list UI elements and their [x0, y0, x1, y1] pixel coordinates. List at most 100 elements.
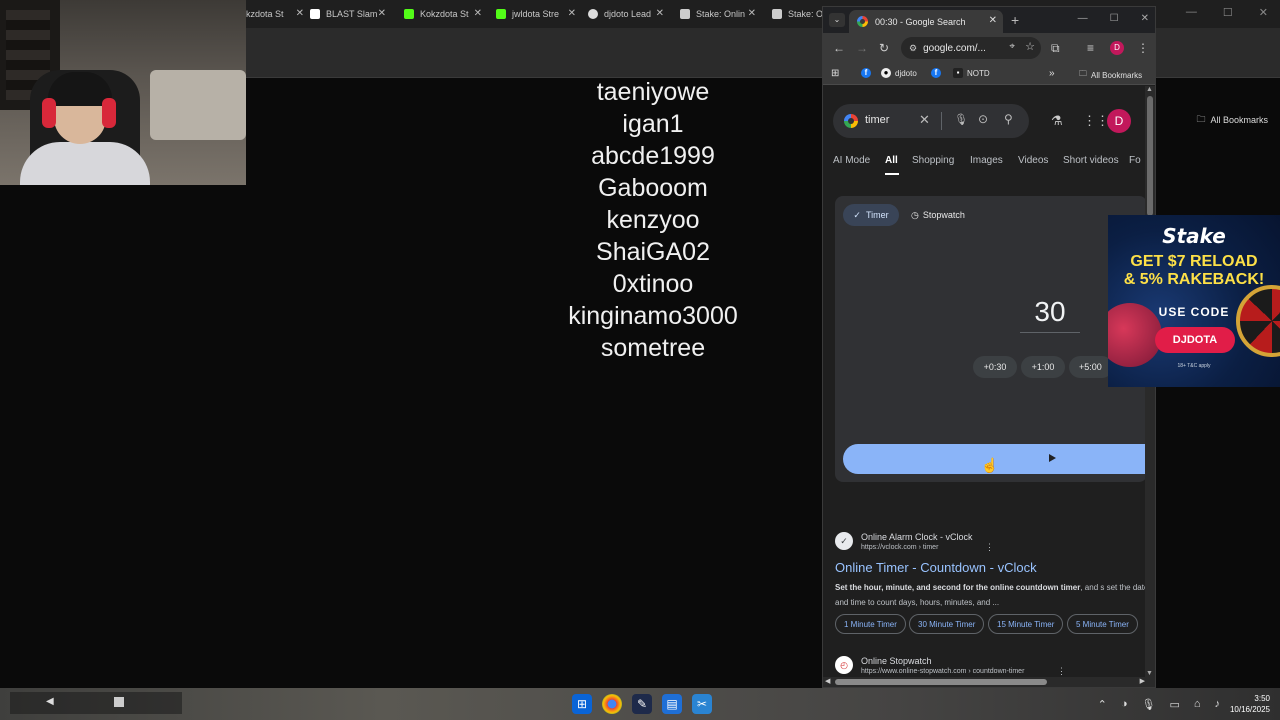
result-url[interactable]: https://www.online-stopwatch.com › count… [861, 668, 1024, 675]
background-tab-label: djdoto Lead [604, 9, 652, 19]
add-30s-button[interactable]: +0:30 [973, 356, 1017, 378]
labs-flask-icon[interactable]: ⚗ [1051, 113, 1063, 129]
volume-icon[interactable]: ♪ [1215, 698, 1221, 711]
tab-images[interactable]: Images [970, 155, 1003, 166]
background-tab[interactable]: Kokzdota St ✕ [404, 4, 482, 24]
bookmark-djdoto[interactable]: ● djdoto [881, 68, 917, 78]
reload-icon[interactable]: ↻ [879, 41, 889, 55]
background-tab[interactable]: kzdota St ✕ [246, 4, 304, 24]
speaker-icon[interactable]: ◑ [1121, 698, 1128, 711]
close-icon[interactable]: ✕ [568, 8, 576, 19]
timer-tab[interactable]: ✓ Timer [843, 204, 899, 226]
apps-grid-icon[interactable]: ⋮⋮ [1083, 113, 1109, 129]
search-input[interactable]: timer ✕ 🎙 ⊙ ⚲ [833, 104, 1029, 138]
network-icon[interactable]: ⌂ [1194, 698, 1201, 711]
all-bookmarks-button[interactable]: 🗀 All Bookmarks [1079, 68, 1142, 82]
stopwatch-tab[interactable]: ◷ Stopwatch [911, 204, 965, 226]
result-title-link[interactable]: Online Timer - Countdown - vClock [835, 560, 1037, 575]
close-icon[interactable]: ✕ [1141, 13, 1149, 24]
result-snippet: Set the hour, minute, and second for the… [835, 580, 1149, 610]
menu-icon[interactable]: ⋮ [1137, 41, 1149, 55]
tab-shopping[interactable]: Shopping [912, 155, 954, 166]
tab-videos[interactable]: Videos [1018, 155, 1048, 166]
close-icon[interactable]: ✕ [474, 8, 482, 19]
tab-all[interactable]: All [885, 155, 898, 166]
clock[interactable]: 3:50 10/16/2025 [1230, 693, 1270, 715]
profile-avatar[interactable]: D [1110, 41, 1124, 55]
back-icon[interactable]: ← [833, 41, 845, 55]
name-item: kinginamo3000 [568, 302, 738, 330]
tab-short-videos[interactable]: Short videos [1063, 155, 1119, 166]
add-5m-button[interactable]: +5:00 [1069, 356, 1113, 378]
pen-app-icon[interactable]: ✎ [632, 694, 652, 714]
snipping-tool-icon[interactable]: ✂ [692, 694, 712, 714]
close-icon[interactable]: ✕ [656, 8, 664, 19]
chip-5-minute-timer[interactable]: 5 Minute Timer [1067, 614, 1138, 634]
scroll-left-icon[interactable]: ◀ [825, 677, 830, 685]
scroll-right-icon[interactable]: ▶ [1140, 677, 1145, 685]
windows-start-icon[interactable]: ⊞ [572, 694, 592, 714]
extensions-icon[interactable]: ⧉ [1051, 41, 1060, 56]
microphone-icon[interactable]: 🎙 [1141, 698, 1155, 711]
scroll-up-icon[interactable]: ▲ [1146, 86, 1153, 93]
close-icon[interactable]: ✕ [296, 8, 304, 19]
online-stopwatch-icon: ◴ [835, 656, 853, 674]
forward-icon[interactable]: → [856, 41, 868, 55]
scrollbar-thumb[interactable] [835, 679, 1047, 685]
scroll-down-icon[interactable]: ▼ [1146, 670, 1153, 677]
more-options-icon[interactable]: ⋮ [985, 542, 994, 553]
scrollbar-thumb[interactable] [1147, 96, 1153, 216]
kick-icon [496, 9, 506, 19]
maximize-icon[interactable]: ☐ [1110, 13, 1119, 24]
background-tab[interactable]: Stake: Onl [772, 4, 822, 24]
horizontal-scrollbar[interactable]: ◀ ▶ [823, 677, 1147, 687]
background-tab[interactable]: BLAST Slam ✕ [310, 4, 386, 24]
chip-1-minute-timer[interactable]: 1 Minute Timer [835, 614, 906, 634]
vertical-scrollbar[interactable]: ▲ ▼ [1145, 86, 1155, 687]
maximize-icon[interactable]: ☐ [1223, 6, 1233, 19]
close-icon[interactable]: ✕ [378, 8, 386, 19]
stop-icon[interactable] [114, 697, 124, 707]
bookmark-notd[interactable]: ▪ NOTD [953, 68, 990, 78]
background-tab[interactable]: Stake: Onlin ✕ [680, 4, 756, 24]
profile-avatar[interactable]: D [1107, 109, 1131, 133]
lens-icon[interactable]: ⊙ [978, 112, 988, 126]
more-bookmarks-icon[interactable]: » [1049, 68, 1055, 79]
notification-icon[interactable]: ▭ [1169, 698, 1179, 711]
site-info-icon[interactable]: ⚙ [909, 43, 917, 54]
clear-icon[interactable]: ✕ [919, 112, 930, 128]
bookmark-facebook[interactable]: f [861, 68, 875, 78]
new-tab-button[interactable]: + [1011, 12, 1019, 28]
close-icon[interactable]: ✕ [1259, 6, 1268, 19]
chip-30-minute-timer[interactable]: 30 Minute Timer [909, 614, 985, 634]
notepad-icon[interactable]: ▤ [662, 694, 682, 714]
minimize-icon[interactable]: — [1186, 6, 1197, 19]
background-tab[interactable]: jwldota Stre ✕ [496, 4, 576, 24]
media-icon[interactable]: ≡ [1087, 41, 1094, 55]
address-bar[interactable]: ⚙ google.com/... ⌖ ☆ [901, 37, 1041, 59]
bookmark-star-icon[interactable]: ☆ [1025, 40, 1035, 53]
search-icon[interactable]: ⚲ [1004, 112, 1013, 126]
close-icon[interactable]: ✕ [748, 8, 756, 19]
chevron-up-icon[interactable]: ⌃ [1098, 698, 1107, 711]
chrome-icon[interactable] [602, 694, 622, 714]
result-url[interactable]: https://vclock.com › timer [861, 544, 938, 551]
more-options-icon[interactable]: ⋮ [1057, 666, 1066, 677]
tab-search-icon[interactable]: ⌄ [829, 13, 845, 27]
timer-seconds-input[interactable]: 30 [1015, 296, 1085, 328]
location-icon[interactable]: ⌖ [1009, 41, 1015, 52]
close-icon[interactable]: ✕ [989, 15, 997, 26]
add-1m-button[interactable]: +1:00 [1021, 356, 1065, 378]
tab-more[interactable]: Fo [1129, 155, 1141, 166]
bookmark-facebook[interactable]: f [931, 68, 945, 78]
all-bookmarks-button[interactable]: 🗀 All Bookmarks [1196, 112, 1268, 128]
tab-ai-mode[interactable]: AI Mode [833, 155, 870, 166]
minimize-icon[interactable]: — [1078, 13, 1088, 24]
play-left-icon[interactable]: ◀ [46, 696, 54, 707]
chip-15-minute-timer[interactable]: 15 Minute Timer [988, 614, 1064, 634]
apps-grid-icon[interactable]: ⊞ [831, 68, 839, 79]
background-tab[interactable]: djdoto Lead ✕ [588, 4, 664, 24]
tab-google-search[interactable]: 00:30 - Google Search ✕ [849, 10, 1003, 33]
microphone-icon[interactable]: 🎙 [954, 113, 968, 126]
ad-terms: 18+ T&C apply [1177, 363, 1211, 369]
